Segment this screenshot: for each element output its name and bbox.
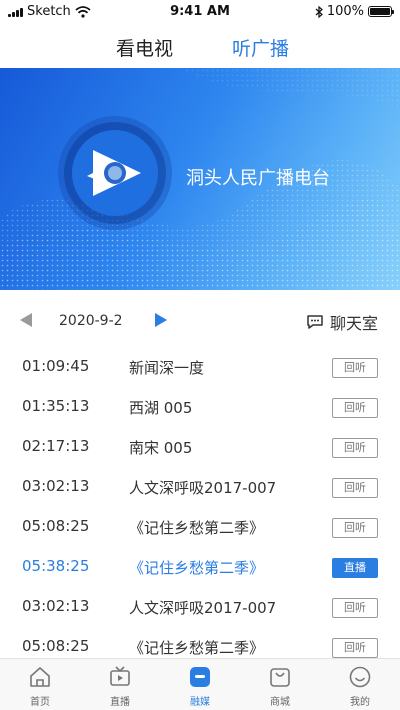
chat-bubble-icon xyxy=(307,315,323,329)
station-banner: 洞头人民广播电台 xyxy=(0,68,400,290)
nav-mine[interactable]: 我的 xyxy=(320,659,400,710)
current-date: 2020-9-2 xyxy=(59,313,123,329)
bluetooth-icon xyxy=(315,5,323,18)
tab-watch-tv[interactable]: 看电视 xyxy=(116,34,173,61)
replay-button[interactable]: 回听 xyxy=(332,478,378,498)
replay-button[interactable]: 回听 xyxy=(332,638,378,658)
nav-home-label: 首页 xyxy=(30,697,50,708)
replay-button[interactable]: 回听 xyxy=(332,438,378,458)
chat-room-button[interactable]: 聊天室 xyxy=(306,310,378,334)
nav-mall[interactable]: 商城 xyxy=(240,659,320,710)
program-row[interactable]: 01:09:45 新闻深一度 回听 xyxy=(0,348,400,388)
program-title: 《记住乡愁第二季》 xyxy=(129,639,265,657)
program-time: 01:09:45 xyxy=(22,357,90,375)
program-time: 05:08:25 xyxy=(22,637,90,655)
nav-mall-label: 商城 xyxy=(270,697,290,708)
media-icon xyxy=(190,667,210,687)
program-row[interactable]: 03:02:13 人文深呼吸2017-007 回听 xyxy=(0,468,400,508)
program-row[interactable]: 01:35:13 西湖 005 回听 xyxy=(0,388,400,428)
live-button[interactable]: 直播 xyxy=(332,558,378,578)
nav-home[interactable]: 首页 xyxy=(0,659,80,710)
program-title: 西湖 005 xyxy=(129,399,193,417)
nav-live-label: 直播 xyxy=(110,697,130,708)
replay-button[interactable]: 回听 xyxy=(332,358,378,378)
station-name: 洞头人民广播电台 xyxy=(186,168,330,189)
program-time: 05:38:25 xyxy=(22,557,90,575)
tab-listen-radio[interactable]: 听广播 xyxy=(232,34,289,61)
battery-percent: 100% xyxy=(326,4,364,19)
program-title: 《记住乡愁第二季》 xyxy=(129,559,265,577)
program-row[interactable]: 02:17:13 南宋 005 回听 xyxy=(0,428,400,468)
station-logo xyxy=(64,122,166,224)
chat-room-label: 聊天室 xyxy=(329,314,378,333)
program-row[interactable]: 05:08:25 《记住乡愁第二季》 回听 xyxy=(0,628,400,658)
nav-mine-label: 我的 xyxy=(350,697,370,708)
play-logo-icon xyxy=(87,150,141,196)
replay-button[interactable]: 回听 xyxy=(332,518,378,538)
replay-button[interactable]: 回听 xyxy=(332,598,378,618)
program-title: 人文深呼吸2017-007 xyxy=(129,599,277,617)
program-row[interactable]: 05:08:25 《记住乡愁第二季》 回听 xyxy=(0,508,400,548)
program-row-live[interactable]: 05:38:25 《记住乡愁第二季》 直播 xyxy=(0,548,400,588)
program-title: 人文深呼吸2017-007 xyxy=(129,479,277,497)
program-title: 《记住乡愁第二季》 xyxy=(129,519,265,537)
nav-live[interactable]: 直播 xyxy=(80,659,160,710)
program-list: 01:09:45 新闻深一度 回听 01:35:13 西湖 005 回听 02:… xyxy=(0,348,400,658)
program-time: 02:17:13 xyxy=(22,437,90,455)
smiley-icon xyxy=(349,666,371,688)
bottom-navigation: 首页 直播 融媒 商城 我的 xyxy=(0,658,400,710)
date-navigator: 2020-9-2 聊天室 xyxy=(0,310,400,336)
tv-icon xyxy=(110,666,130,686)
replay-button[interactable]: 回听 xyxy=(332,398,378,418)
program-time: 05:08:25 xyxy=(22,517,90,535)
program-time: 03:02:13 xyxy=(22,477,90,495)
previous-day-icon[interactable] xyxy=(20,313,32,327)
battery-icon xyxy=(368,6,394,17)
nav-media[interactable]: 融媒 xyxy=(160,659,240,710)
shopping-bag-icon xyxy=(270,668,290,687)
status-right: 100% xyxy=(315,4,394,19)
program-title: 南宋 005 xyxy=(129,439,193,457)
program-row[interactable]: 03:02:13 人文深呼吸2017-007 回听 xyxy=(0,588,400,628)
status-bar: Sketch 9:41 AM 100% xyxy=(0,0,400,24)
top-tabs: 看电视 听广播 xyxy=(0,30,400,64)
program-title: 新闻深一度 xyxy=(129,359,205,377)
next-day-icon[interactable] xyxy=(155,313,167,327)
program-time: 01:35:13 xyxy=(22,397,90,415)
program-time: 03:02:13 xyxy=(22,597,90,615)
nav-media-label: 融媒 xyxy=(190,697,210,708)
home-icon xyxy=(30,667,50,687)
